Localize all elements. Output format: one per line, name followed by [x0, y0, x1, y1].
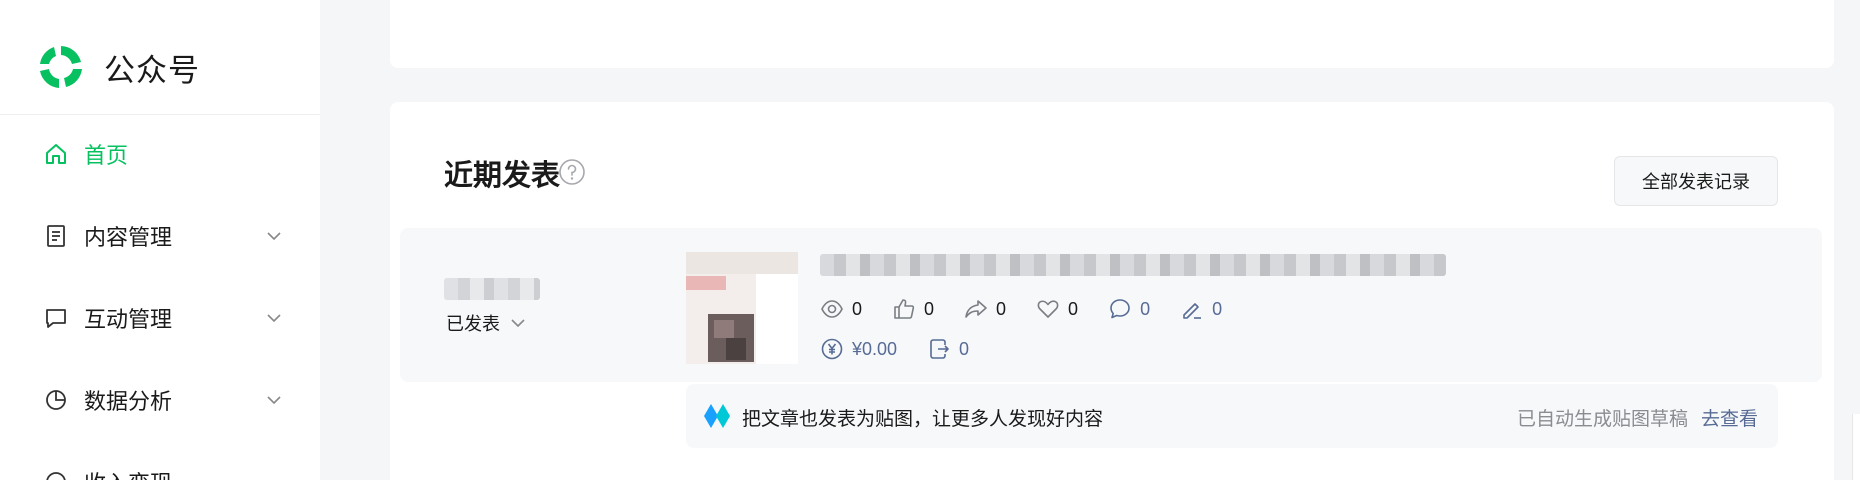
heart-icon: [1037, 300, 1059, 318]
sidebar-item-analytics[interactable]: 数据分析: [44, 380, 284, 420]
sidebar-item-interaction[interactable]: 互动管理: [44, 298, 284, 338]
home-icon: [44, 142, 68, 166]
promo-status: 已自动生成贴图草稿: [1516, 409, 1688, 430]
chevron-down-icon: [267, 232, 281, 241]
sidebar-item-content[interactable]: 内容管理: [44, 216, 284, 256]
sidebar-item-label: 互动管理: [84, 307, 173, 332]
article-thumbnail[interactable]: [686, 252, 798, 364]
promo-text: 把文章也发表为贴图，让更多人发现好内容: [742, 409, 1104, 430]
brand[interactable]: 公众号: [36, 42, 200, 92]
status-label: 已发表: [446, 314, 500, 334]
document-icon: [44, 224, 68, 248]
sidebar: 公众号 首页 内容管理 互动管理 数据分析 收入变现: [0, 0, 320, 480]
question-circle-icon[interactable]: [558, 158, 586, 186]
pen-icon: [1183, 303, 1202, 319]
sidebar-item-label: 首页: [84, 143, 129, 168]
chevron-down-icon: [511, 319, 525, 328]
brand-name: 公众号: [104, 52, 200, 88]
stat-likes: 0: [892, 297, 934, 321]
divider: [0, 114, 320, 115]
stat-shares: 0: [964, 297, 1006, 321]
stat-favorites: 0: [1036, 297, 1078, 321]
sidebar-item-home[interactable]: 首页: [44, 134, 284, 174]
article-stats: 0 0 0 0 0 0: [820, 294, 1252, 324]
wechat-official-account-logo-icon: [40, 46, 82, 88]
view-draft-link[interactable]: 去查看: [1701, 404, 1758, 431]
stat-earnings[interactable]: ¥0.00: [820, 337, 897, 361]
section-title: 近期发表: [444, 160, 561, 192]
sidebar-item-monetization[interactable]: 收入变现: [44, 462, 284, 480]
stat-reads: 0: [820, 297, 862, 321]
thumbs-up-icon: [894, 299, 915, 319]
blurred-article-title[interactable]: [820, 254, 1446, 276]
article-stats-secondary: ¥0.00 0: [820, 334, 999, 364]
status-dropdown[interactable]: 已发表: [446, 310, 528, 336]
repost-icon: [930, 339, 949, 359]
sidebar-item-label: 数据分析: [84, 389, 173, 414]
stat-comments[interactable]: 0: [1108, 297, 1150, 321]
sidebar-item-label: 内容管理: [84, 225, 173, 250]
money-icon: [44, 470, 68, 480]
eye-icon: [821, 300, 843, 318]
all-records-button[interactable]: 全部发表记录: [1614, 156, 1778, 206]
stat-notes[interactable]: 0: [1180, 297, 1222, 321]
pie-chart-icon: [44, 388, 68, 412]
tiepian-icon: [704, 404, 730, 428]
sidebar-item-label: 收入变现: [84, 466, 172, 480]
comment-icon: [1110, 299, 1130, 319]
yuan-circle-icon: [821, 338, 843, 360]
chevron-down-icon: [267, 314, 281, 323]
blurred-date: [444, 278, 540, 300]
chevron-down-icon: [267, 396, 281, 405]
promo-bar: 把文章也发表为贴图，让更多人发现好内容 已自动生成贴图草稿 去查看: [686, 384, 1778, 448]
overview-card: [390, 0, 1834, 68]
stat-reposts[interactable]: 0: [927, 337, 969, 361]
share-icon: [965, 300, 987, 318]
message-icon: [44, 306, 68, 330]
floating-panel-edge: [1852, 414, 1860, 480]
